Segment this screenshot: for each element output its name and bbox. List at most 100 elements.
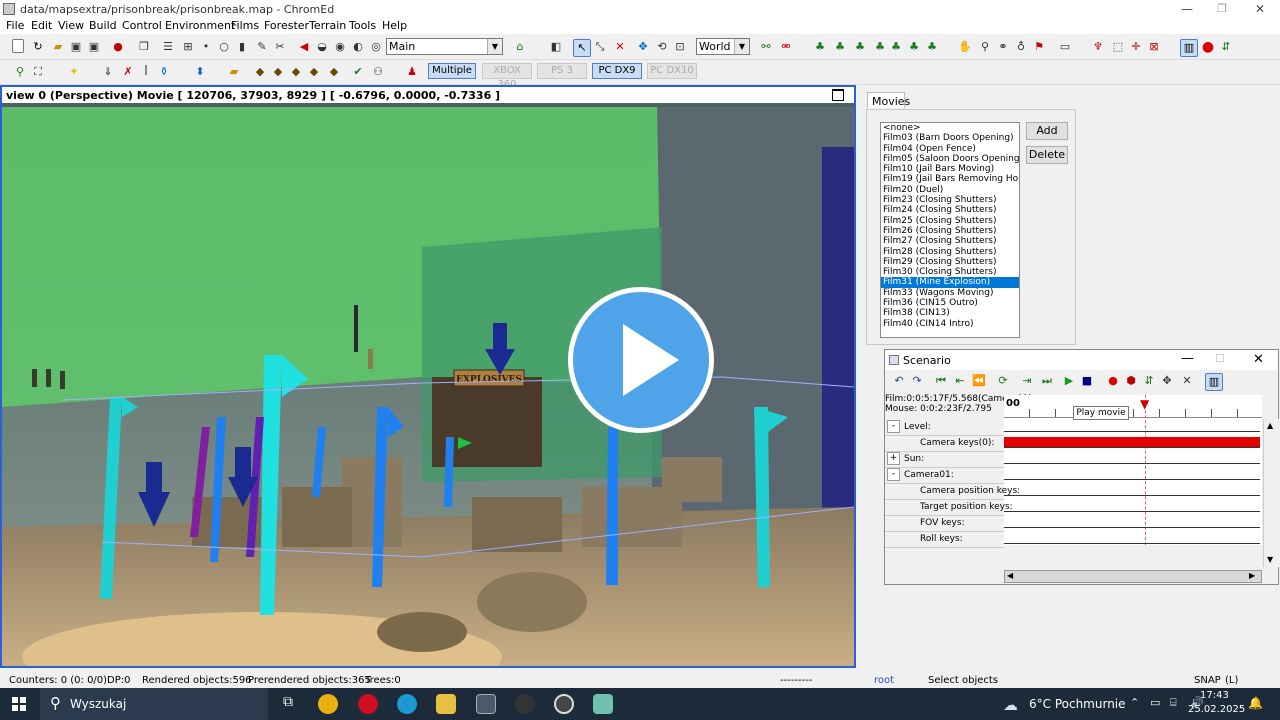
menu-control[interactable]: Control — [122, 19, 162, 32]
eye-half-icon[interactable]: ◐ — [350, 39, 366, 55]
obs-icon[interactable] — [515, 694, 535, 714]
list-icon[interactable]: ☰ — [160, 39, 176, 55]
object-icon-3[interactable]: ◆ — [288, 64, 304, 80]
hand-icon[interactable]: ✋ — [957, 39, 973, 55]
platform-pcdx9-button[interactable]: PC DX9 — [592, 63, 642, 79]
track-lane[interactable] — [1004, 527, 1260, 528]
film-list-item[interactable]: Film10 (Jail Bars Moving) — [881, 164, 1019, 174]
column-icon[interactable]: ▮ — [234, 39, 250, 55]
timeline-track-row[interactable]: - Level: — [885, 419, 1004, 436]
go-icon[interactable]: ⇵ — [1218, 39, 1234, 55]
layer-combo[interactable]: Main ▼ — [386, 38, 503, 55]
minimize-button[interactable]: — — [1170, 0, 1204, 18]
eye-open-icon[interactable]: ◎ — [368, 39, 384, 55]
record-all-icon[interactable]: ⬢ — [1123, 373, 1139, 389]
key-insert-icon[interactable]: ⇵ — [1141, 373, 1157, 389]
film-list-item[interactable]: Film24 (Closing Shutters) — [881, 205, 1019, 215]
delete-film-button[interactable]: Delete — [1026, 146, 1068, 164]
menu-view[interactable]: View — [58, 19, 84, 32]
film-strip-icon[interactable]: ▥ — [1180, 39, 1198, 57]
close-button[interactable]: ✕ — [1243, 0, 1277, 18]
stop-icon[interactable]: ■ — [1079, 373, 1095, 389]
bounding-box-icon[interactable]: ⬚ — [1110, 39, 1126, 55]
playhead-marker-icon[interactable]: ▼ — [1140, 397, 1149, 411]
arrow-down-icon[interactable]: ⇓ — [100, 64, 116, 80]
cube-icon[interactable]: ◧ — [548, 39, 564, 55]
timeline-track-row[interactable]: + Sun: — [885, 451, 1004, 468]
new-file-icon[interactable] — [12, 39, 24, 53]
maximize-button[interactable]: ❐ — [1205, 0, 1239, 18]
film-list-item[interactable]: Film05 (Saloon Doors Opening) — [881, 154, 1019, 164]
prev-icon[interactable]: ◀ — [296, 39, 312, 55]
media-player-icon[interactable] — [554, 694, 574, 714]
tree-icon-6[interactable]: ♣ — [906, 39, 922, 55]
checkmark-icon[interactable]: ✔ — [350, 64, 366, 80]
go-end-icon[interactable]: ⏭ — [1039, 373, 1055, 389]
film-list-item[interactable]: Film29 (Closing Shutters) — [881, 257, 1019, 267]
filmstrip-view-icon[interactable]: ▥ — [1205, 373, 1223, 391]
tree-icon[interactable]: ⊞ — [180, 39, 196, 55]
film-list-item[interactable]: Film33 (Wagons Moving) — [881, 288, 1019, 298]
film-list-item[interactable]: Film38 (CIN13) — [881, 308, 1019, 318]
platform-ps3-button[interactable]: PS 3 — [537, 63, 587, 79]
menu-tools[interactable]: Tools — [349, 19, 376, 32]
track-toggle-button[interactable]: + — [887, 452, 900, 465]
pin-green-icon[interactable]: ⚲ — [12, 64, 28, 80]
film-list-item[interactable]: Film04 (Open Fence) — [881, 144, 1019, 154]
chrome-icon[interactable] — [318, 694, 338, 714]
bucket-icon[interactable]: ⚱ — [156, 64, 172, 80]
windows-start-icon[interactable] — [12, 697, 26, 711]
step-back-icon[interactable]: ⏪ — [971, 373, 987, 389]
menu-edit[interactable]: Edit — [31, 19, 52, 32]
menu-films[interactable]: Films — [231, 19, 259, 32]
tree-icon-3[interactable]: ♣ — [852, 39, 868, 55]
folder-icon[interactable]: ▰ — [226, 64, 242, 80]
tree-icon-2[interactable]: ♣ — [832, 39, 848, 55]
scroll-up-icon[interactable]: ▲ — [1267, 421, 1273, 430]
link-objects-icon[interactable]: ⚯ — [758, 39, 774, 55]
timeline-area[interactable]: 00 ▼ — [1004, 395, 1262, 545]
marker-icon[interactable]: ♁ — [1013, 39, 1029, 55]
key-delete-icon[interactable]: ✕ — [1179, 373, 1195, 389]
menu-build[interactable]: Build — [89, 19, 117, 32]
film-list-item[interactable]: Film40 (CIN14 Intro) — [881, 319, 1019, 329]
timeline-hscrollbar[interactable]: ◀ ▶ — [1004, 570, 1262, 583]
track-toggle-button[interactable]: - — [887, 420, 900, 433]
timeline-track-row[interactable]: Camera keys(0): — [885, 435, 1004, 452]
film-list-item[interactable]: Film20 (Duel) — [881, 185, 1019, 195]
open-folder-icon[interactable]: ▰ — [50, 39, 66, 55]
clock-date[interactable]: 25.02.2025 — [1188, 704, 1245, 715]
film-list-item[interactable]: Film28 (Closing Shutters) — [881, 247, 1019, 257]
track-lane[interactable] — [1004, 479, 1260, 480]
timeline-track-row[interactable]: Target position keys: — [885, 499, 1013, 516]
battery-icon[interactable]: ▭ — [1150, 696, 1160, 709]
scroll-right-icon[interactable]: ▶ — [1249, 571, 1255, 580]
menu-environment[interactable]: Environment — [165, 19, 235, 32]
maximize-viewport-icon[interactable] — [832, 89, 844, 101]
play-movie-icon[interactable]: ▶ — [1061, 373, 1077, 389]
taskbar-search[interactable]: ⚲ Wyszukaj — [40, 688, 268, 720]
film-list[interactable]: <none> Film03 (Barn Doors Opening) Film04 … — [880, 122, 1020, 338]
film-list-item[interactable]: Film36 (CIN15 Outro) — [881, 298, 1019, 308]
track-lane[interactable] — [1004, 511, 1260, 512]
add-film-button[interactable]: Add — [1026, 122, 1068, 140]
cut-icon[interactable]: ✂ — [272, 39, 288, 55]
scenario-minimize-button[interactable]: — — [1181, 351, 1194, 366]
chromed-taskbar-icon[interactable] — [476, 694, 496, 714]
opera-icon[interactable] — [358, 694, 378, 714]
record-key-icon[interactable]: ● — [1105, 373, 1121, 389]
track-lane[interactable] — [1004, 431, 1260, 432]
scroll-down-icon[interactable]: ▼ — [1267, 555, 1273, 564]
scenario-maximize-button[interactable]: ☐ — [1215, 352, 1225, 365]
track-lane[interactable] — [1004, 447, 1260, 448]
film-list-item[interactable]: Film19 (Jail Bars Removing Horse) — [881, 174, 1019, 184]
camera-keys-bar[interactable] — [1004, 437, 1260, 447]
track-toggle-button[interactable]: - — [887, 468, 900, 481]
crosshair-icon[interactable]: ✛ — [1128, 39, 1144, 55]
refresh-icon[interactable]: ↻ — [30, 39, 46, 55]
track-lane[interactable] — [1004, 495, 1260, 496]
build-icon[interactable]: ● — [110, 39, 126, 55]
space-combo[interactable]: World ▼ — [696, 38, 750, 55]
save-all-icon[interactable]: ▣ — [86, 39, 102, 55]
unlink-objects-icon[interactable]: ⚮ — [778, 39, 794, 55]
